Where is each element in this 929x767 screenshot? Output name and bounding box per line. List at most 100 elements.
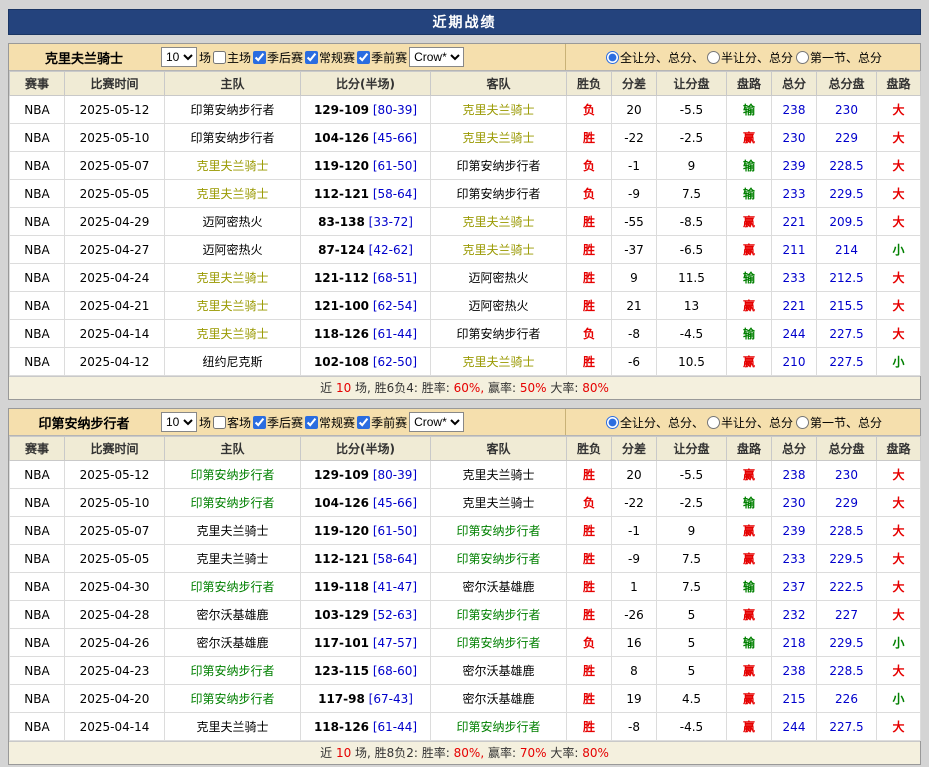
- result-cell: 胜: [567, 208, 612, 236]
- col-league: 赛事: [10, 72, 65, 96]
- period-option-q1[interactable]: 第一节、总分: [794, 414, 882, 431]
- period-option-half[interactable]: 半让分、总分: [705, 49, 793, 66]
- score-cell: 104-126 [45-66]: [301, 124, 431, 152]
- away-team-cell: 密尔沃基雄鹿: [431, 685, 567, 713]
- regular-season-filter[interactable]: 常规赛: [303, 414, 355, 431]
- venue-label: 客场: [227, 414, 251, 431]
- ou-result-cell: 大: [877, 96, 921, 124]
- col-date: 比赛时间: [65, 72, 165, 96]
- venue-filter[interactable]: 客场: [211, 414, 251, 431]
- home-team-cell: 克里夫兰骑士: [165, 320, 301, 348]
- total-cell: 238: [772, 657, 817, 685]
- summary-text: 场, 胜6负4: 胜率:: [351, 381, 453, 395]
- games-label: 场: [199, 49, 211, 66]
- period-half-radio[interactable]: [707, 51, 720, 64]
- summary-row: 近 10 场, 胜8负2: 胜率: 80%, 赢率: 70% 大率: 80%: [9, 741, 920, 764]
- away-team-cell: 克里夫兰骑士: [431, 124, 567, 152]
- full-score: 83-138: [318, 215, 365, 229]
- preseason-filter[interactable]: 季前赛: [355, 49, 407, 66]
- period-option-q1[interactable]: 第一节、总分: [794, 49, 882, 66]
- ou-result-cell: 大: [877, 545, 921, 573]
- col-result: 胜负: [567, 72, 612, 96]
- full-score: 118-126: [314, 720, 369, 734]
- half-score: [58-64]: [369, 187, 417, 201]
- full-score: 112-121: [314, 552, 369, 566]
- total-cell: 239: [772, 152, 817, 180]
- playoffs-checkbox[interactable]: [253, 416, 266, 429]
- period-half-radio[interactable]: [707, 416, 720, 429]
- regular-season-filter[interactable]: 常规赛: [303, 49, 355, 66]
- home-team-cell: 印第安纳步行者: [165, 124, 301, 152]
- total-line-cell: 214: [817, 236, 877, 264]
- handicap-result-cell: 输: [727, 264, 772, 292]
- total-cell: 244: [772, 320, 817, 348]
- period-full-radio[interactable]: [606, 51, 619, 64]
- bookmaker-select[interactable]: Crow*: [409, 412, 464, 432]
- period-option-full[interactable]: 全让分、总分、: [604, 49, 704, 66]
- total-line-cell: 227.5: [817, 320, 877, 348]
- league-cell: NBA: [10, 320, 65, 348]
- score-cell: 102-108 [62-50]: [301, 348, 431, 376]
- date-cell: 2025-04-21: [65, 292, 165, 320]
- score-cell: 83-138 [33-72]: [301, 208, 431, 236]
- handicap-cell: -8.5: [657, 208, 727, 236]
- match-row: NBA2025-04-23印第安纳步行者123-115 [68-60]密尔沃基雄…: [10, 657, 921, 685]
- playoffs-filter[interactable]: 季后赛: [251, 414, 303, 431]
- date-cell: 2025-04-23: [65, 657, 165, 685]
- date-cell: 2025-05-12: [65, 96, 165, 124]
- bookmaker-select[interactable]: Crow*: [409, 47, 464, 67]
- away-team-cell: 克里夫兰骑士: [431, 236, 567, 264]
- away-team-cell: 印第安纳步行者: [431, 629, 567, 657]
- regular-season-checkbox[interactable]: [305, 416, 318, 429]
- half-score: [42-62]: [365, 243, 413, 257]
- home-team-cell: 印第安纳步行者: [165, 573, 301, 601]
- preseason-checkbox[interactable]: [357, 51, 370, 64]
- score-cell: 87-124 [42-62]: [301, 236, 431, 264]
- date-cell: 2025-05-10: [65, 124, 165, 152]
- period-radio-group: 全让分、总分、 半让分、总分 第一节、总分: [565, 409, 920, 435]
- league-cell: NBA: [10, 517, 65, 545]
- match-row: NBA2025-05-05克里夫兰骑士112-121 [58-64]印第安纳步行…: [10, 180, 921, 208]
- playoffs-filter[interactable]: 季后赛: [251, 49, 303, 66]
- col-total: 总分: [772, 437, 817, 461]
- score-cell: 103-129 [52-63]: [301, 601, 431, 629]
- score-cell: 119-118 [41-47]: [301, 573, 431, 601]
- home-team-cell: 克里夫兰骑士: [165, 545, 301, 573]
- venue-checkbox[interactable]: [213, 51, 226, 64]
- diff-cell: -1: [612, 517, 657, 545]
- match-row: NBA2025-04-29迈阿密热火83-138 [33-72]克里夫兰骑士胜-…: [10, 208, 921, 236]
- preseason-label: 季前赛: [371, 49, 407, 66]
- period-option-full[interactable]: 全让分、总分、: [604, 414, 704, 431]
- diff-cell: -8: [612, 713, 657, 741]
- total-cell: 233: [772, 180, 817, 208]
- col-score: 比分(半场): [301, 72, 431, 96]
- total-line-cell: 230: [817, 461, 877, 489]
- regular-season-checkbox[interactable]: [305, 51, 318, 64]
- handicap-cell: 10.5: [657, 348, 727, 376]
- period-full-label: 全让分、总分、: [620, 49, 704, 66]
- preseason-label: 季前赛: [371, 414, 407, 431]
- table-header-row: 赛事 比赛时间 主队 比分(半场) 客队 胜负 分差 让分盘 盘路 总分 总分盘…: [10, 437, 921, 461]
- preseason-filter[interactable]: 季前赛: [355, 414, 407, 431]
- full-score: 119-118: [314, 580, 369, 594]
- venue-checkbox[interactable]: [213, 416, 226, 429]
- diff-cell: -6: [612, 348, 657, 376]
- result-cell: 负: [567, 489, 612, 517]
- period-q1-radio[interactable]: [796, 51, 809, 64]
- period-q1-radio[interactable]: [796, 416, 809, 429]
- period-option-half[interactable]: 半让分、总分: [705, 414, 793, 431]
- total-line-cell: 229: [817, 124, 877, 152]
- venue-filter[interactable]: 主场: [211, 49, 251, 66]
- summary-row: 近 10 场, 胜6负4: 胜率: 60%, 赢率: 50% 大率: 80%: [9, 376, 920, 399]
- game-count-select[interactable]: 10: [161, 412, 197, 432]
- period-full-radio[interactable]: [606, 416, 619, 429]
- team-name: 印第安纳步行者: [9, 413, 159, 432]
- summary-text: 70%: [520, 746, 547, 760]
- preseason-checkbox[interactable]: [357, 416, 370, 429]
- playoffs-checkbox[interactable]: [253, 51, 266, 64]
- match-row: NBA2025-05-12印第安纳步行者129-109 [80-39]克里夫兰骑…: [10, 96, 921, 124]
- handicap-cell: -2.5: [657, 124, 727, 152]
- league-cell: NBA: [10, 208, 65, 236]
- col-handicap: 让分盘: [657, 437, 727, 461]
- game-count-select[interactable]: 10: [161, 47, 197, 67]
